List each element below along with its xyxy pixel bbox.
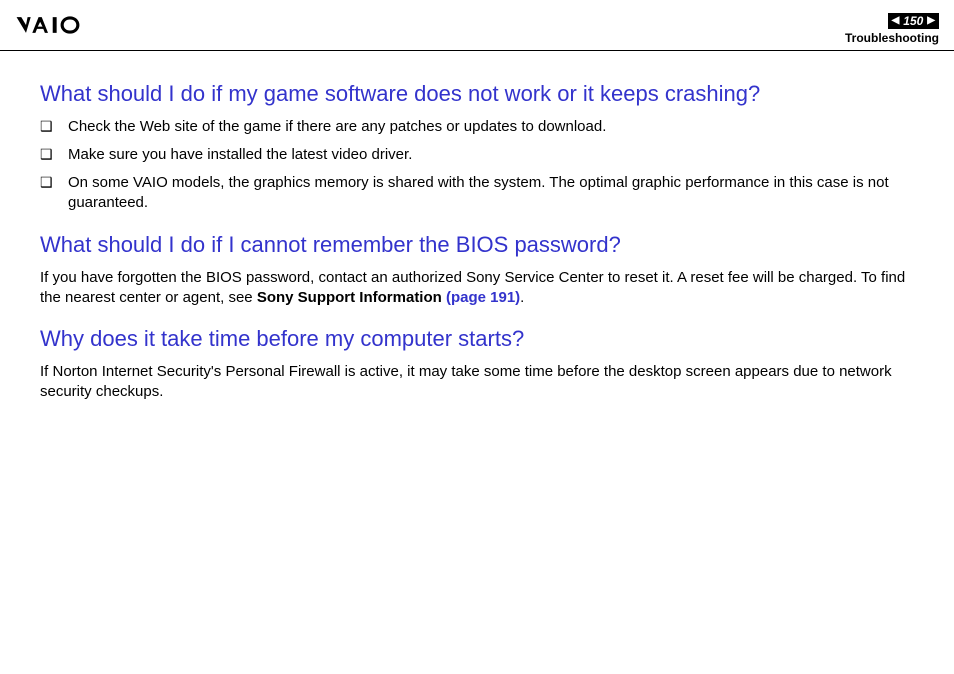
question-heading: What should I do if I cannot remember th… xyxy=(40,232,929,258)
page-header: ◀ 150 ▶ Troubleshooting xyxy=(0,0,954,51)
list-item: Make sure you have installed the latest … xyxy=(40,145,929,165)
nav-prev-icon[interactable]: ◀ xyxy=(892,15,900,26)
list-item: Check the Web site of the game if there … xyxy=(40,117,929,137)
nav-next-icon[interactable]: ▶ xyxy=(927,15,935,26)
body-text: . xyxy=(520,289,524,306)
page-content: What should I do if my game software doe… xyxy=(0,51,954,429)
question-heading: Why does it take time before my computer… xyxy=(40,326,929,352)
question-heading: What should I do if my game software doe… xyxy=(40,81,929,107)
header-right: ◀ 150 ▶ Troubleshooting xyxy=(845,10,939,45)
body-paragraph: If you have forgotten the BIOS password,… xyxy=(40,268,929,309)
body-paragraph: If Norton Internet Security's Personal F… xyxy=(40,362,929,403)
bold-text: Sony Support Information xyxy=(257,289,446,306)
bullet-list: Check the Web site of the game if there … xyxy=(40,117,929,214)
section-name: Troubleshooting xyxy=(845,31,939,45)
page-reference-link[interactable]: (page 191) xyxy=(446,289,520,306)
page-number-badge[interactable]: ◀ 150 ▶ xyxy=(888,13,939,29)
vaio-logo xyxy=(15,10,125,40)
list-item: On some VAIO models, the graphics memory… xyxy=(40,173,929,214)
page-number: 150 xyxy=(903,14,923,28)
